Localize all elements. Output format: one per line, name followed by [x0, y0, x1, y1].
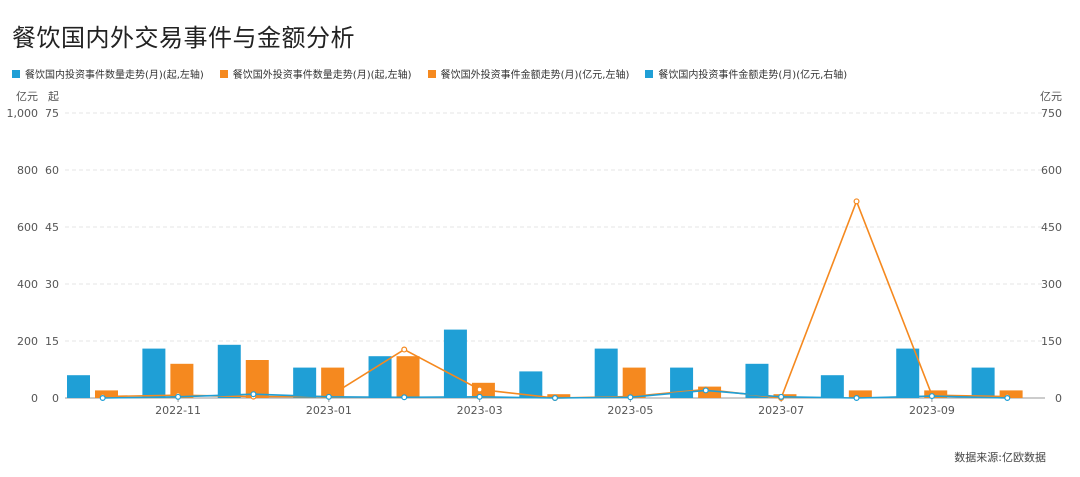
y-tick-left-outer: 600 — [17, 221, 38, 234]
point-domestic-amount — [1004, 395, 1011, 402]
bar-domestic-count — [368, 356, 392, 398]
point-domestic-amount — [99, 395, 106, 402]
bar-domestic-count — [745, 363, 769, 398]
bar-domestic-count — [971, 367, 995, 398]
bar-foreign-count — [698, 386, 722, 398]
x-tick-label: 2022-11 — [155, 404, 201, 417]
point-domestic-amount — [627, 394, 634, 401]
point-domestic-amount — [778, 393, 785, 400]
point-domestic-amount — [250, 391, 257, 398]
y-tick-left-inner: 45 — [45, 221, 59, 234]
y-tick-right: 0 — [1055, 392, 1062, 405]
y-tick-right: 600 — [1041, 164, 1062, 177]
bar-domestic-count — [443, 329, 467, 398]
x-tick-label: 2023-05 — [607, 404, 653, 417]
y-tick-right: 150 — [1041, 335, 1062, 348]
chart-plot: 1,000 75 750 800 60 600 600 45 450 400 30 300 200 15 1… — [7, 90, 1063, 417]
y-tick-left-inner: 60 — [45, 164, 59, 177]
bar-domestic-count — [67, 375, 90, 398]
point-foreign-amount — [401, 346, 408, 353]
bar-domestic-count — [142, 348, 166, 398]
point-domestic-amount — [551, 395, 558, 402]
bar-domestic-count — [217, 344, 241, 398]
y-tick-left-inner: 0 — [52, 392, 59, 405]
bar-domestic-count — [820, 375, 844, 398]
point-foreign-amount — [476, 386, 483, 393]
point-domestic-amount — [175, 393, 182, 400]
x-tick-label: 2023-07 — [758, 404, 804, 417]
y-tick-right: 450 — [1041, 221, 1062, 234]
y-unit-left-outer: 亿元 — [16, 90, 38, 103]
y-unit-right: 亿元 — [1040, 90, 1062, 103]
y-tick-left-outer: 400 — [17, 278, 38, 291]
y-tick-left-inner: 15 — [45, 335, 59, 348]
point-foreign-amount — [853, 198, 860, 205]
x-tick-label: 2023-03 — [457, 404, 503, 417]
bar-domestic-count — [594, 348, 618, 398]
y-tick-left-outer: 0 — [31, 392, 38, 405]
y-tick-right: 300 — [1041, 278, 1062, 291]
point-domestic-amount — [853, 395, 860, 402]
y-tick-right: 750 — [1041, 107, 1062, 120]
point-domestic-amount — [476, 393, 483, 400]
bar-domestic-count — [896, 348, 920, 398]
y-tick-left-outer: 200 — [17, 335, 38, 348]
bar-domestic-count — [293, 367, 317, 398]
point-domestic-amount — [325, 393, 332, 400]
y-tick-left-inner: 30 — [45, 278, 59, 291]
bar-foreign-count — [170, 363, 194, 398]
bar-foreign-count — [245, 360, 269, 398]
data-source-note: 数据来源:亿欧数据 — [954, 451, 1046, 464]
x-tick-label: 2023-09 — [909, 404, 955, 417]
bar-foreign-count — [396, 356, 420, 398]
y-unit-left-inner: 起 — [48, 90, 59, 103]
x-tick-label: 2023-01 — [306, 404, 352, 417]
y-tick-left-inner: 75 — [45, 107, 59, 120]
bar-foreign-count — [848, 390, 872, 398]
y-tick-left-outer: 800 — [17, 164, 38, 177]
point-domestic-amount — [928, 393, 935, 400]
y-tick-left-outer: 1,000 — [7, 107, 39, 120]
point-domestic-amount — [401, 394, 408, 401]
point-domestic-amount — [702, 387, 709, 394]
bar-foreign-count — [622, 367, 646, 398]
